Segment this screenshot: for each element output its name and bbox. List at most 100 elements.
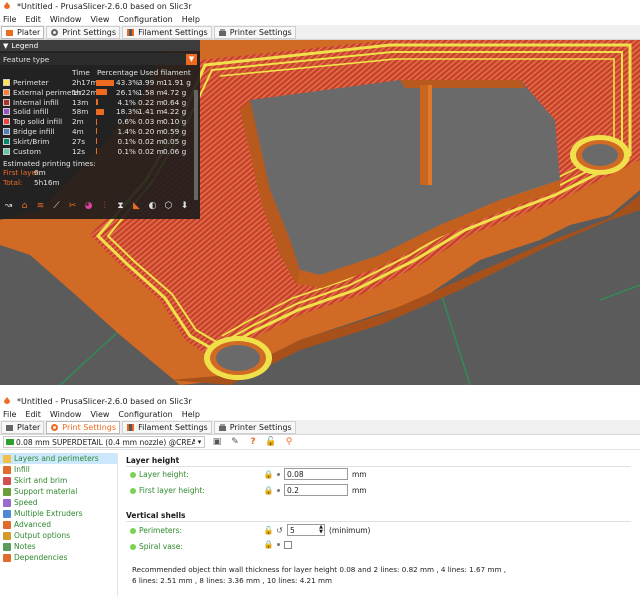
lock-icon[interactable]: 🔒 xyxy=(264,540,274,549)
help-icon[interactable]: ? xyxy=(247,436,259,448)
flag-icon xyxy=(6,439,14,445)
unlocked-icon[interactable]: 🔓 xyxy=(264,526,274,535)
spin-arrows-icon[interactable]: ▲ ▼ xyxy=(319,525,324,535)
perimeters-option: Perimeters: xyxy=(130,526,182,535)
delete-preset-icon[interactable]: ✎ xyxy=(229,436,241,448)
print-preset-combo[interactable]: 0.08 mm SUPERDETAIL (0.4 mm nozzle) @CRE… xyxy=(3,436,205,448)
layer-height-control: 🔒 0.08 mm xyxy=(264,468,367,480)
tool-change-icon[interactable]: ◕ xyxy=(82,200,95,213)
plater-icon xyxy=(6,29,13,36)
menu-file[interactable]: File xyxy=(3,410,16,419)
feature-length: 0.02 m xyxy=(138,136,164,146)
legend-row[interactable]: Custom 12s 0.1% 0.02 m 0.06 g xyxy=(0,147,200,157)
legend-row[interactable]: Top solid infill 2m 0.6% 0.03 m 0.10 g xyxy=(0,117,200,127)
menu-file[interactable]: File xyxy=(3,15,16,24)
plater-window: *Untitled - PrusaSlicer-2.6.0 based on S… xyxy=(0,0,640,385)
feature-percentage: 26.1% xyxy=(116,87,140,97)
menu-configuration[interactable]: Configuration xyxy=(118,15,172,24)
tab-filament-settings[interactable]: Filament Settings xyxy=(122,420,212,434)
sidebar-item-speed[interactable]: Speed xyxy=(0,497,117,508)
sidebar-item-advanced[interactable]: Advanced xyxy=(0,519,117,530)
collapse-triangle-icon[interactable]: ▼ xyxy=(3,42,8,50)
sidebar-item-support-material[interactable]: Support material xyxy=(0,486,117,497)
seams-icon[interactable]: ✂ xyxy=(66,200,79,213)
spiral-vase-checkbox[interactable] xyxy=(284,540,292,549)
perimeters-spinbox[interactable]: 5 ▲ ▼ xyxy=(287,524,325,536)
color-swatch xyxy=(3,147,10,155)
feature-weight: 4.22 g xyxy=(163,107,187,117)
deretractions-icon[interactable]: ⟋ xyxy=(50,200,63,213)
view-type-combo[interactable]: Feature type ▼ xyxy=(0,53,197,65)
shells-icon[interactable]: ⬡ xyxy=(162,200,175,213)
custom-gcode-icon[interactable]: ◣ xyxy=(130,200,143,213)
menu-edit[interactable]: Edit xyxy=(25,15,41,24)
legend-row[interactable]: Bridge infill 4m 1.4% 0.20 m 0.59 g xyxy=(0,127,200,137)
legend-row[interactable]: Skirt/Brim 27s 0.1% 0.02 m 0.05 g xyxy=(0,137,200,147)
save-preset-icon[interactable]: ▣ xyxy=(211,436,223,448)
legend-scrollbar[interactable] xyxy=(194,90,198,200)
menu-view[interactable]: View xyxy=(90,15,109,24)
tab-printer-settings[interactable]: Printer Settings xyxy=(213,420,296,434)
sidebar-item-skirt-and-brim[interactable]: Skirt and brim xyxy=(0,475,117,486)
sidebar-item-notes[interactable]: Notes xyxy=(0,541,117,552)
sidebar-item-layers-and-perimeters[interactable]: Layers and perimeters xyxy=(0,453,117,464)
legend-row[interactable]: Solid infill 58m 18.3% 1.41 m 4.22 g xyxy=(0,107,200,117)
tab-plater[interactable]: Plater xyxy=(1,420,45,434)
sidebar-item-label: Multiple Extruders xyxy=(14,509,83,518)
col-used-filament: Used filament xyxy=(140,68,191,77)
legend-header[interactable]: ▼ Legend xyxy=(0,40,200,51)
pause-icon[interactable]: ⧗ xyxy=(114,200,127,213)
menu-window[interactable]: Window xyxy=(50,410,82,419)
tab-plater[interactable]: Plater xyxy=(1,25,45,39)
color-swatch xyxy=(3,108,10,116)
lock-reset-icon[interactable]: 🔓 xyxy=(265,436,277,448)
tool-marker-icon[interactable]: ⬇ xyxy=(178,200,191,213)
sidebar-item-dependencies[interactable]: Dependencies xyxy=(0,552,117,563)
layer-height-input[interactable]: 0.08 xyxy=(284,468,348,480)
sidebar-item-multiple-extruders[interactable]: Multiple Extruders xyxy=(0,508,117,519)
menu-help[interactable]: Help xyxy=(182,410,200,419)
status-dot-icon xyxy=(130,527,136,534)
undo-arrow-icon[interactable]: ↺ xyxy=(275,526,284,535)
feature-percentage: 0.6% xyxy=(117,117,136,127)
prusaslicer-logo-icon xyxy=(4,2,10,9)
feature-weight: 0.59 g xyxy=(163,126,187,136)
tab-print-settings[interactable]: Print Settings xyxy=(46,420,121,434)
percentage-bar xyxy=(96,148,97,155)
first-layer-height-input[interactable]: 0.2 xyxy=(284,484,348,496)
center-of-gravity-icon[interactable]: ◐ xyxy=(146,200,159,213)
chevron-down-icon[interactable]: ▼ xyxy=(186,53,197,65)
tab-printer-settings[interactable]: Printer Settings xyxy=(213,25,296,39)
feature-length: 0.02 m xyxy=(138,146,164,156)
tab-print-settings[interactable]: Print Settings xyxy=(46,25,121,39)
menu-help[interactable]: Help xyxy=(182,15,200,24)
legend-row[interactable]: External perimeter 1h22m 26.1% 1.58 m 4.… xyxy=(0,88,200,98)
search-icon[interactable]: ⚲ xyxy=(283,436,295,448)
legend-row[interactable]: Perimeter 2h17m 43.3% 3.99 m 11.91 g xyxy=(0,78,200,88)
chevron-down-icon[interactable]: ▾ xyxy=(195,438,204,446)
col-percentage: Percentage xyxy=(97,68,139,77)
menu-view[interactable]: View xyxy=(90,410,109,419)
tab-filament-settings[interactable]: Filament Settings xyxy=(122,25,212,39)
sidebar-item-output-options[interactable]: Output options xyxy=(0,530,117,541)
legend-row[interactable]: Internal infill 13m 4.1% 0.22 m 0.64 g xyxy=(0,98,200,108)
travel-icon[interactable]: ↝ xyxy=(2,200,15,213)
menu-window[interactable]: Window xyxy=(50,15,82,24)
feature-weight: 11.91 g xyxy=(163,78,191,87)
menu-edit[interactable]: Edit xyxy=(25,410,41,419)
retractions-icon[interactable]: ≋ xyxy=(34,200,47,213)
feature-time: 13m xyxy=(72,97,89,107)
lock-icon[interactable]: 🔒 xyxy=(264,470,274,479)
feature-time: 4m xyxy=(72,126,84,136)
color-swatch xyxy=(3,137,10,145)
feature-time: 1h22m xyxy=(72,87,98,97)
lock-icon[interactable]: 🔒 xyxy=(264,486,274,495)
feature-weight: 0.06 g xyxy=(163,146,187,156)
feature-time: 2m xyxy=(72,117,84,127)
menu-configuration[interactable]: Configuration xyxy=(118,410,172,419)
sidebar-item-label: Notes xyxy=(14,542,36,551)
first-layer-height-label: First layer height: xyxy=(139,486,205,495)
wipe-icon[interactable]: ⌂ xyxy=(18,200,31,213)
color-change-icon[interactable]: ⫶ xyxy=(98,200,111,213)
sidebar-item-infill[interactable]: Infill xyxy=(0,464,117,475)
